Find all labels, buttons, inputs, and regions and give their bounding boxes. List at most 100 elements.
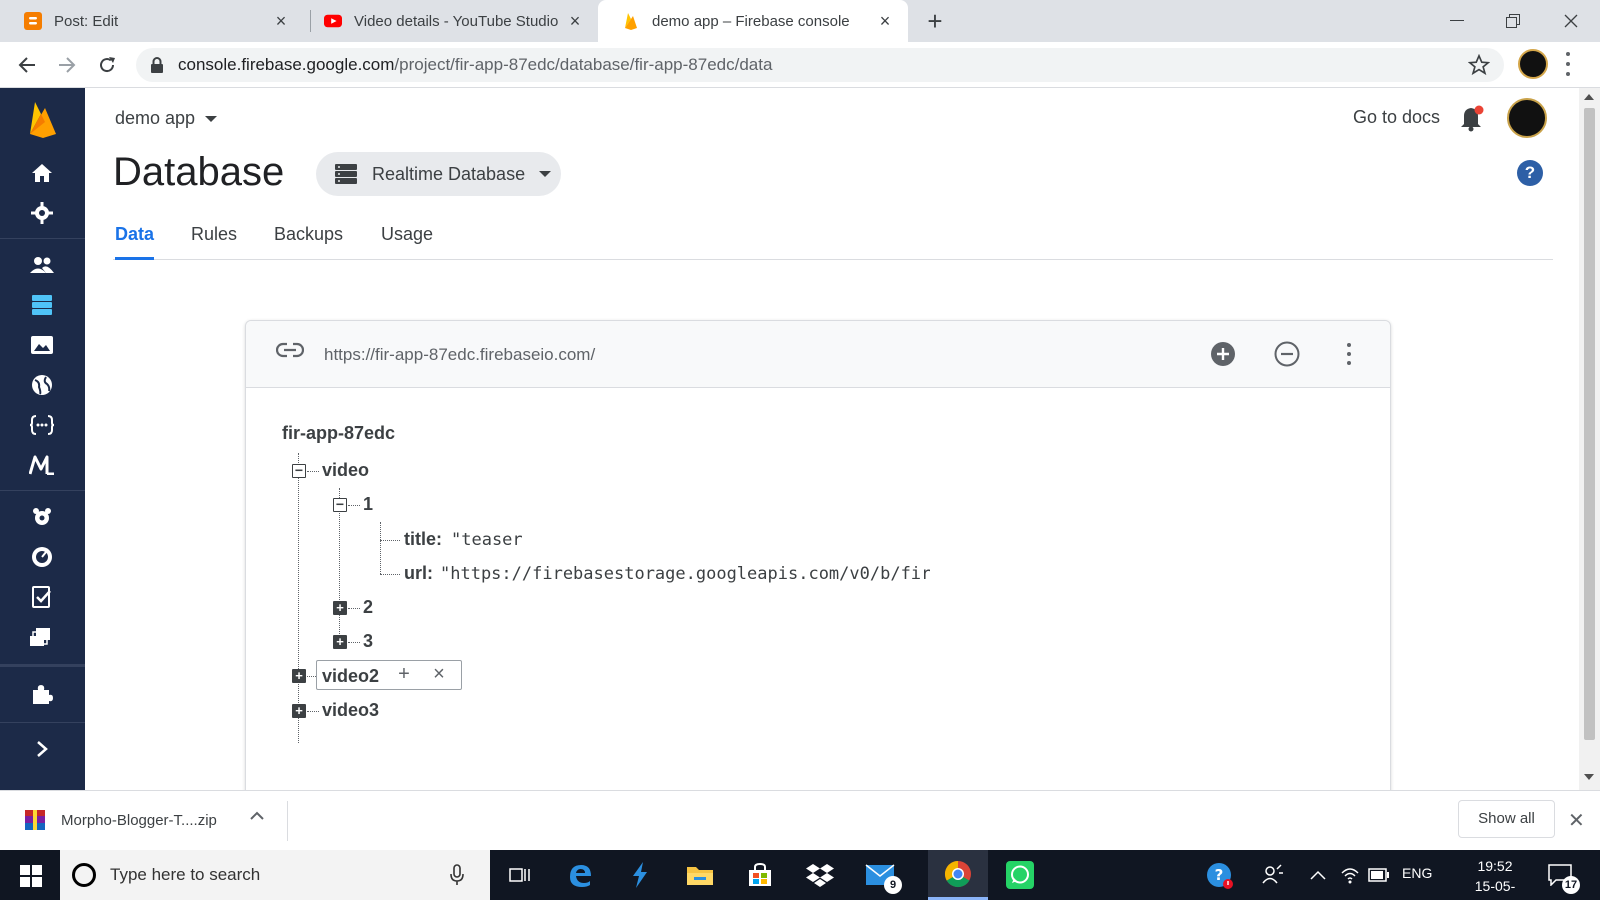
collapse-toggle[interactable]: − — [292, 463, 306, 478]
extensions-puzzle-icon[interactable] — [29, 680, 55, 706]
wifi-icon[interactable] — [1340, 865, 1360, 885]
tree-node-video3[interactable]: video3 — [322, 700, 379, 721]
tab-usage[interactable]: Usage — [381, 224, 433, 260]
close-icon[interactable]: ✕ — [1568, 808, 1585, 833]
leaf-key-url[interactable]: url: — [404, 563, 433, 584]
leaf-key-title[interactable]: title: — [404, 529, 442, 550]
tab-backups[interactable]: Backups — [274, 224, 343, 260]
crashlytics-icon[interactable] — [29, 504, 55, 530]
chevron-up-icon[interactable] — [250, 811, 264, 821]
close-icon[interactable]: × — [272, 12, 290, 30]
back-icon[interactable] — [12, 50, 42, 80]
home-icon[interactable] — [29, 160, 55, 186]
tree-node-video[interactable]: video — [322, 460, 369, 481]
test-lab-icon[interactable] — [29, 584, 55, 610]
microsoft-store-icon[interactable] — [730, 850, 790, 900]
more-options-icon[interactable] — [1346, 343, 1352, 365]
settings-gear-icon[interactable] — [29, 200, 55, 226]
whatsapp-icon[interactable] — [990, 850, 1050, 900]
tab-data[interactable]: Data — [115, 224, 155, 260]
hosting-globe-icon[interactable] — [29, 372, 55, 398]
address-bar[interactable]: console.firebase.google.com/project/fir-… — [136, 48, 1504, 82]
project-name: demo app — [115, 108, 196, 128]
scroll-up-icon[interactable] — [1584, 94, 1594, 100]
blogger-icon — [24, 12, 42, 30]
expand-toggle[interactable]: + — [333, 601, 347, 615]
bookmark-star-icon[interactable] — [1468, 54, 1490, 76]
chrome-icon[interactable] — [928, 850, 988, 900]
add-child-icon[interactable]: + — [393, 663, 415, 685]
data-card-header: https://fir-app-87edc.firebaseio.com/ — [246, 321, 1390, 388]
leaf-value-title[interactable]: "teaser — [451, 530, 921, 550]
tree-root[interactable]: fir-app-87edc — [282, 423, 395, 444]
browser-tab-strip: Post: Edit × Video details - YouTube Stu… — [0, 0, 1600, 42]
functions-icon[interactable] — [29, 412, 55, 438]
browser-tab-youtube-studio[interactable]: Video details - YouTube Studio × — [300, 0, 598, 42]
expand-toggle[interactable]: + — [292, 669, 306, 683]
storage-image-icon[interactable] — [29, 332, 55, 358]
authentication-users-icon[interactable] — [29, 252, 55, 278]
tree-node-video-1[interactable]: 1 — [363, 494, 373, 515]
database-url[interactable]: https://fir-app-87edc.firebaseio.com/ — [324, 345, 595, 365]
taskbar-search-box[interactable]: Type here to search — [60, 850, 490, 900]
performance-gauge-icon[interactable] — [29, 544, 55, 570]
shelf-separator — [287, 801, 288, 841]
tree-node-video-3[interactable]: 3 — [363, 631, 373, 652]
page-scrollbar[interactable] — [1579, 88, 1600, 790]
close-icon[interactable]: × — [876, 12, 894, 30]
close-window-icon[interactable] — [1556, 6, 1586, 36]
chevron-up-icon[interactable] — [1310, 870, 1326, 880]
scroll-down-icon[interactable] — [1584, 774, 1594, 780]
remove-circle-icon[interactable] — [1274, 341, 1300, 367]
ml-kit-icon[interactable] — [29, 452, 55, 478]
data-tree: fir-app-87edc − video − 1 title: "teaser… — [246, 388, 1390, 790]
notifications-bell-icon[interactable] — [1459, 104, 1485, 132]
minimize-icon[interactable] — [1442, 6, 1472, 36]
tree-node-video2[interactable]: video2 — [322, 666, 379, 687]
leaf-value-url[interactable]: "https://firebasestorage.googleapis.com/… — [440, 564, 930, 584]
browser-menu-icon[interactable] — [1564, 52, 1572, 76]
people-icon[interactable] — [1262, 864, 1284, 886]
add-circle-icon[interactable] — [1210, 341, 1236, 367]
tab-rules[interactable]: Rules — [191, 224, 237, 260]
edge-browser-icon[interactable] — [550, 850, 610, 900]
notification-count-badge: 17 — [1562, 876, 1580, 894]
task-view-icon[interactable] — [490, 850, 550, 900]
tree-node-video-2[interactable]: 2 — [363, 597, 373, 618]
system-clock[interactable]: 19:52 15-05-2020 — [1460, 856, 1530, 900]
browser-tab-post-edit[interactable]: Post: Edit × — [0, 0, 304, 42]
browser-profile-avatar[interactable] — [1518, 49, 1548, 79]
collapse-toggle[interactable]: − — [333, 497, 347, 512]
database-type-selector[interactable]: Realtime Database — [316, 152, 561, 196]
windows-start-icon[interactable] — [20, 865, 42, 887]
dropbox-icon[interactable] — [790, 850, 850, 900]
expand-toggle[interactable]: + — [333, 635, 347, 649]
project-picker[interactable]: demo app — [115, 108, 218, 129]
visual-studio-icon[interactable] — [610, 850, 670, 900]
close-icon[interactable]: × — [566, 12, 584, 30]
forward-icon[interactable] — [52, 50, 82, 80]
help-icon[interactable]: ? — [1517, 160, 1543, 186]
microphone-icon[interactable] — [450, 864, 464, 886]
expand-toggle[interactable]: + — [292, 704, 306, 718]
browser-tab-firebase-console[interactable]: demo app – Firebase console × — [598, 0, 908, 42]
mail-icon[interactable]: 9 — [850, 850, 910, 900]
restore-icon[interactable] — [1498, 6, 1528, 36]
firebase-logo-icon[interactable] — [28, 100, 58, 138]
database-icon[interactable] — [29, 292, 55, 318]
show-all-button[interactable]: Show all — [1458, 800, 1555, 838]
file-explorer-icon[interactable] — [670, 850, 730, 900]
help-tips-icon[interactable]: ? — [1206, 862, 1234, 890]
go-to-docs-link[interactable]: Go to docs — [1353, 107, 1440, 128]
tab-title: demo app – Firebase console — [652, 12, 850, 30]
reload-icon[interactable] — [92, 50, 122, 80]
new-tab-button[interactable]: + — [922, 8, 948, 35]
app-distribution-icon[interactable] — [29, 624, 55, 650]
scroll-thumb[interactable] — [1584, 108, 1595, 740]
input-language[interactable]: ENG — [1402, 865, 1432, 881]
expand-chevron-icon[interactable] — [29, 736, 55, 762]
download-file-name[interactable]: Morpho-Blogger-T....zip — [61, 812, 217, 829]
delete-node-icon[interactable]: × — [428, 663, 450, 685]
battery-icon[interactable] — [1368, 868, 1390, 882]
account-avatar[interactable] — [1507, 98, 1547, 138]
